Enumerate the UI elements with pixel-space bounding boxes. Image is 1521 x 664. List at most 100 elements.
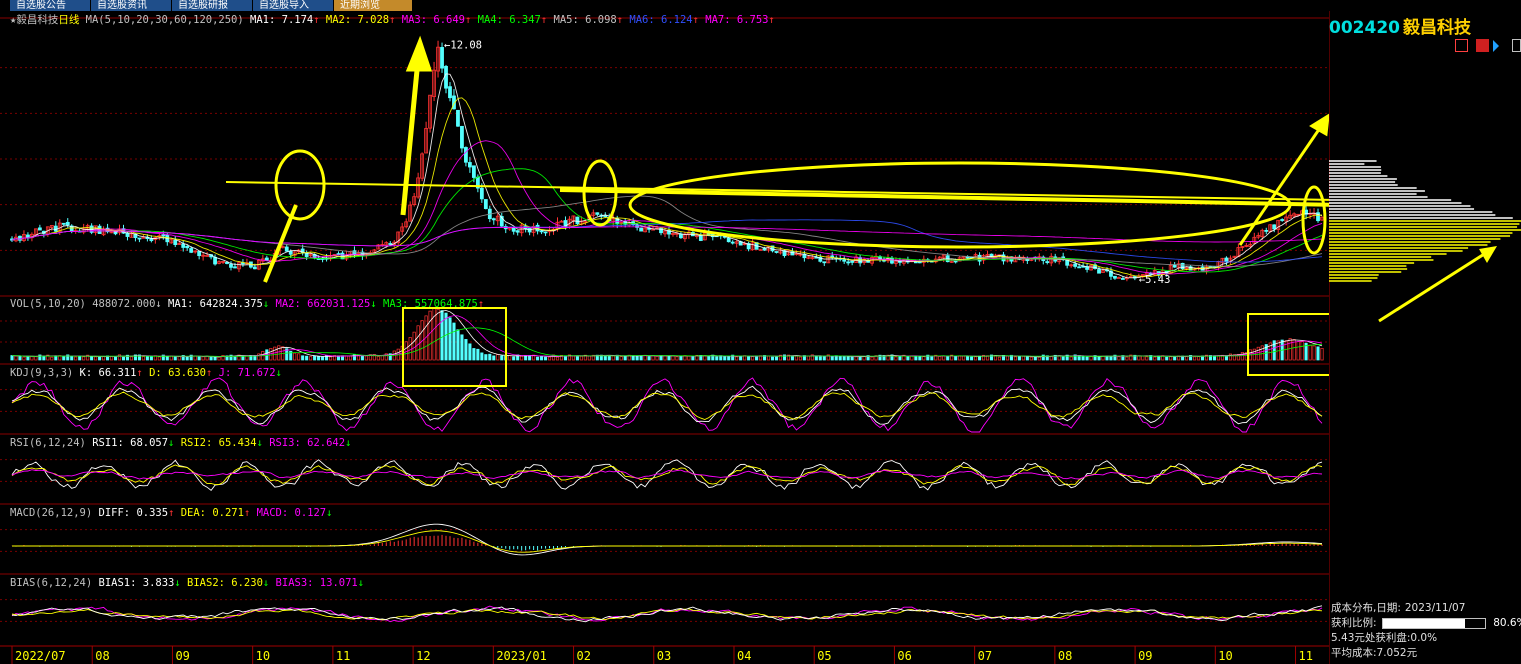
volume-bar: [663, 355, 667, 361]
volume-bar: [508, 355, 512, 361]
volume-bar: [520, 355, 524, 361]
candle-body: [483, 199, 488, 209]
volume-bar: [938, 356, 942, 361]
volume-bar: [707, 356, 711, 361]
candle-body: [1077, 266, 1082, 269]
volume-bar: [82, 356, 86, 361]
volume-bar: [655, 356, 659, 361]
candle-body: [252, 266, 257, 270]
volume-bar: [1165, 356, 1169, 361]
volume-bar: [468, 343, 472, 361]
cost-date: 2023/11/07: [1404, 602, 1466, 614]
volume-bar: [185, 356, 189, 361]
volume-bar: [1089, 356, 1093, 361]
volume-bar: [90, 356, 94, 361]
volume-bar: [838, 355, 842, 361]
volume-ma-line: [11, 310, 1323, 358]
settings-icon[interactable]: [1512, 39, 1521, 52]
flag-icon[interactable]: [1493, 40, 1499, 52]
volume-bar: [555, 356, 560, 361]
volume-bar: [1081, 356, 1085, 361]
volume-bar: [428, 310, 432, 361]
kline-chart[interactable]: 2022/07 08 09 10 11 12 2023/01 02 03 04 05 06 07 08 09…: [0, 0, 1329, 664]
volume-bar: [197, 356, 201, 361]
volume-bar: [98, 356, 102, 361]
volume-bar: [918, 356, 922, 361]
x-tick-label: 2023/01: [496, 649, 547, 663]
volume-bar: [70, 355, 74, 361]
candle-body: [603, 215, 608, 218]
volume-bar: [966, 355, 970, 361]
volume-bar: [26, 355, 30, 361]
candle-body: [515, 230, 520, 233]
candle-body: [639, 227, 644, 232]
x-axis: 2022/07 08 09 10 11 12 2023/01 02 03 04 05 06 07 08 09…: [0, 645, 1329, 664]
candle-body: [1172, 264, 1177, 268]
volume-bar: [484, 354, 488, 361]
volume-bar: [1312, 345, 1316, 361]
cost-date-row: 成本分布,日期: 2023/11/07: [1331, 600, 1465, 615]
cost-date-label: 成本分布,日期:: [1331, 602, 1401, 614]
candle-body: [137, 237, 142, 240]
volume-bar: [715, 356, 719, 361]
candle-body: [61, 222, 66, 225]
volume-bar: [42, 355, 46, 361]
candle-body: [1121, 278, 1125, 280]
volume-bar: [512, 356, 516, 361]
candle-body: [213, 256, 217, 265]
volume-bar: [78, 355, 82, 361]
volume-bar: [22, 356, 26, 361]
x-tick-label: 03: [657, 649, 671, 663]
volume-bar: [547, 356, 552, 361]
volume-bar: [436, 308, 440, 361]
volume-bar: [121, 356, 126, 361]
profit-ratio-fill: [1382, 618, 1466, 628]
volume-bar: [1037, 356, 1041, 361]
x-tick-label: 08: [1058, 649, 1072, 663]
volume-bar: [141, 356, 145, 361]
volume-bar: [328, 356, 333, 361]
volume-bar: [942, 355, 946, 361]
volume-bar: [818, 356, 822, 361]
cost-distribution-panel: [1329, 11, 1521, 664]
price-header: ★毅昌科技日线 MA(5,10,20,30,60,120,250) MA1: 7…: [10, 13, 775, 26]
volume-bar: [444, 312, 448, 361]
x-tick-label: 04: [737, 649, 751, 663]
volume-bar: [997, 356, 1002, 361]
x-tick-label: 05: [817, 649, 831, 663]
volume-bar: [113, 356, 118, 361]
cost-mode-icon[interactable]: [1455, 39, 1468, 52]
volume-bar: [1300, 341, 1304, 361]
volume-bar: [460, 334, 464, 361]
volume-bar: [631, 355, 635, 361]
candle-body: [284, 246, 289, 252]
candle-body: [125, 232, 130, 237]
candle-body: [1117, 277, 1121, 279]
volume-bar: [766, 355, 771, 361]
profit-ratio-bar: [1381, 617, 1486, 629]
candle-body: [595, 212, 600, 215]
volume-bar: [1316, 346, 1320, 361]
volume-bar: [213, 356, 217, 361]
volume-bar: [1085, 356, 1089, 361]
volume-bar: [74, 356, 78, 361]
volume-bar: [1005, 355, 1009, 361]
volume-bar: [157, 356, 161, 361]
volume-bar: [1033, 356, 1037, 361]
volume-bar: [667, 355, 671, 361]
chip-icon[interactable]: [1476, 39, 1489, 52]
candle-body: [460, 125, 464, 149]
volume-bar: [496, 354, 500, 361]
bias-line: [11, 605, 1323, 623]
volume-bar: [790, 355, 794, 361]
volume-bar: [18, 355, 22, 361]
volume-bar: [794, 355, 798, 361]
volume-bar: [770, 356, 775, 361]
x-tick-label: 10: [1218, 649, 1232, 663]
volume-bar: [1240, 352, 1244, 361]
candle-body: [543, 231, 548, 234]
volume-bar: [751, 356, 755, 361]
volume-bar: [1069, 356, 1073, 361]
kdj-line: [11, 377, 1323, 433]
candle-body: [730, 241, 735, 244]
